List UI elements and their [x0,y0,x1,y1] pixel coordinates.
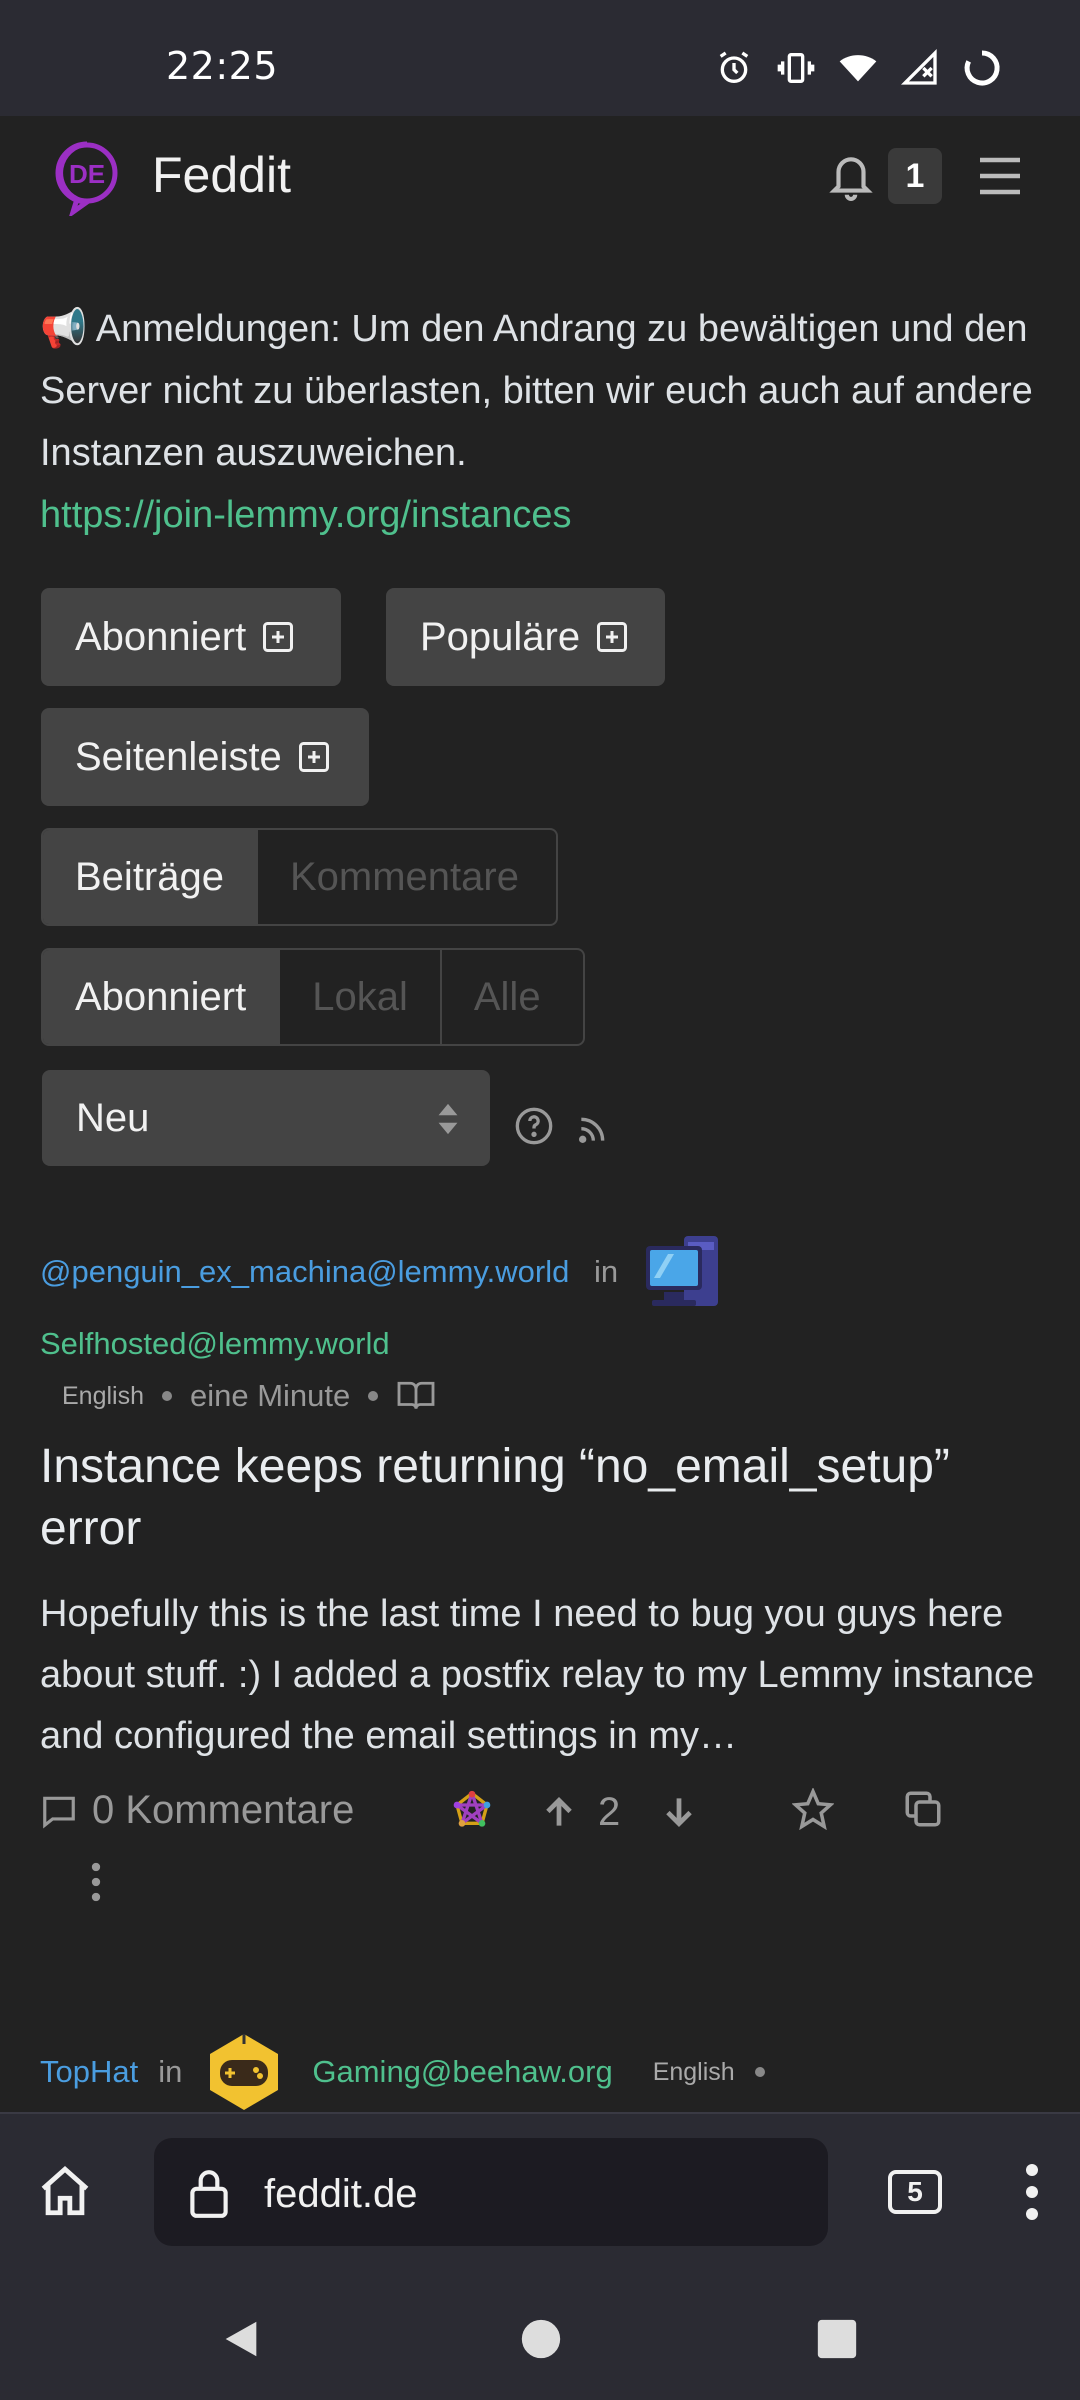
status-time: 22:25 [166,44,279,88]
post2-community-link[interactable]: Gaming@beehaw.org [312,2054,612,2090]
site-name[interactable]: Feddit [152,146,291,204]
post2-author-link[interactable]: TopHat [40,2054,138,2090]
rss-icon[interactable] [576,1114,608,1146]
post-body-preview: Hopefully this is the last time I need t… [40,1593,1035,1757]
comments-button[interactable]: 0 Kommentare [40,1788,354,1833]
toggle-all[interactable]: Alle [442,950,573,1044]
bell-icon[interactable] [826,148,876,204]
gaming-community-icon[interactable] [202,2030,286,2114]
save-star-icon[interactable] [792,1788,834,1830]
sort-selected-value: Neu [76,1095,150,1140]
meta-separator [162,1391,172,1401]
menu-icon[interactable] [976,154,1024,198]
community-icon[interactable] [640,1230,732,1316]
tab-count-button[interactable]: 5 [888,2170,942,2214]
status-icons [714,48,1002,88]
downvote-arrow-icon[interactable] [660,1792,698,1830]
plus-square-icon [263,622,294,652]
upvote-group: 2 [540,1790,620,1835]
subscribed-communities-label: Abonniert [75,614,247,659]
home-icon[interactable] [36,2162,94,2220]
post2-header: TopHat in Gaming@beehaw.org English [40,2030,765,2114]
subscribed-communities-button[interactable]: Abonniert [41,588,341,686]
notification-count-badge[interactable]: 1 [888,148,942,204]
alarm-icon [719,51,749,83]
cross-post-icon[interactable] [902,1788,944,1830]
post-title[interactable]: Instance keeps returning “no_email_setup… [40,1436,1050,1560]
loading-icon [964,50,1000,86]
popular-communities-label: Populäre [420,614,581,659]
select-caret-icon [438,1103,458,1135]
url-text[interactable]: feddit.de [264,2172,417,2217]
navbar: DE Feddit 1 [0,116,1080,240]
book-open-icon[interactable] [396,1379,436,1413]
announcement-link[interactable]: https://join-lemmy.org/instances [40,484,1050,546]
community-link[interactable]: Selfhosted@lemmy.world [40,1326,390,1362]
announcement-text: Anmeldungen: Um den Andrang zu bewältige… [40,308,1033,474]
post2-in-label: in [158,2054,183,2089]
comments-count: 0 Kommentare [92,1788,355,1832]
post-language: English [62,1381,144,1410]
url-bar[interactable]: feddit.de [154,2138,828,2246]
view-toggle: Beiträge Kommentare [41,828,558,926]
upvote-arrow-icon[interactable] [540,1794,578,1832]
sidebar-toggle-button[interactable]: Seitenleiste [41,708,369,806]
post-meta: English eine Minute [62,1378,436,1414]
more-options-icon[interactable] [88,1862,104,1902]
system-navigation-bar [0,2278,1080,2400]
browser-toolbar: feddit.de 5 [0,2112,1080,2278]
post-time: eine Minute [190,1378,351,1413]
plus-square-icon [298,742,329,772]
comment-icon [43,1796,75,1829]
megaphone-icon: 📢 [40,308,88,350]
toggle-local[interactable]: Lokal [280,950,442,1044]
feddit-logo[interactable]: DE [52,138,122,216]
announcement: 📢 Anmeldungen: Um den Andrang zu bewälti… [40,298,1050,546]
lock-icon[interactable] [184,2166,234,2220]
post-author-link[interactable]: @penguin_ex_machina@lemmy.world [40,1254,569,1290]
status-bar: 22:25 [0,0,1080,116]
post-actions: 0 Kommentare 2 [40,1782,1040,1846]
back-icon[interactable] [218,2316,264,2362]
home-nav-icon[interactable] [518,2316,564,2362]
toggle-comments[interactable]: Kommentare [258,830,551,924]
post-score: 2 [598,1790,621,1834]
recents-icon[interactable] [814,2316,860,2362]
listing-type-toggle: Abonniert Lokal Alle [41,948,585,1046]
meta-separator [754,2067,765,2077]
post-in-label: in [594,1254,619,1289]
toggle-subscribed[interactable]: Abonniert [43,950,281,1044]
meta-separator [368,1391,379,1401]
signal-icon [900,48,937,85]
plus-square-icon [597,622,628,652]
fediverse-icon[interactable] [452,1790,492,1830]
logo-text: DE [69,159,105,189]
toggle-posts[interactable]: Beiträge [43,830,258,924]
sort-select[interactable]: Neu [42,1070,490,1166]
browser-menu-icon[interactable] [1024,2162,1040,2222]
post2-language: English [652,2057,735,2086]
sidebar-toggle-label: Seitenleiste [75,734,282,779]
popular-communities-button[interactable]: Populäre [386,588,665,686]
vibrate-icon [777,53,815,83]
help-icon[interactable] [514,1106,554,1146]
wifi-icon [839,55,877,82]
